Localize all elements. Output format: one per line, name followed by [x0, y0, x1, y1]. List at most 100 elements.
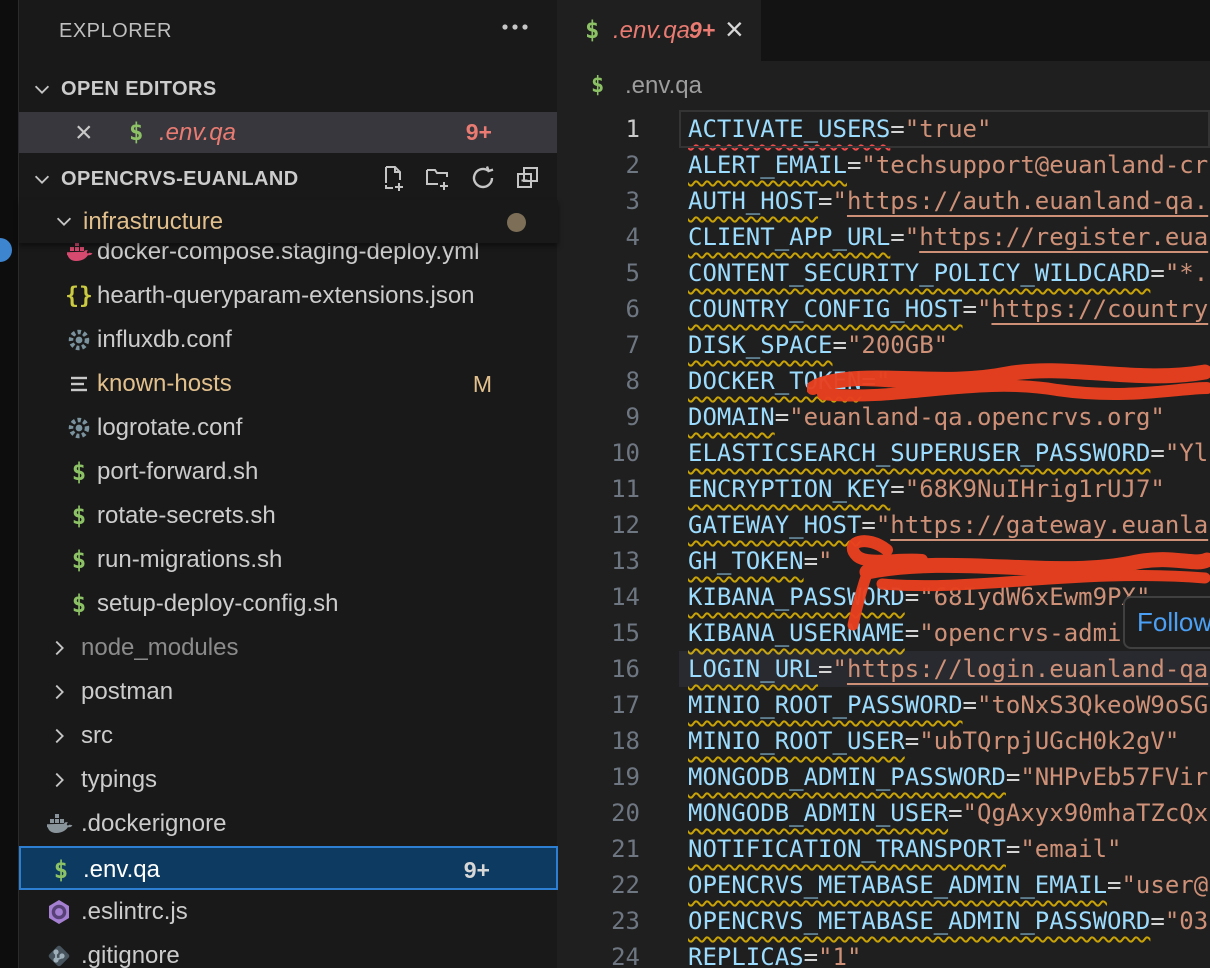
- code-area[interactable]: 1ACTIVATE_USERS="true"2ALERT_EMAIL="tech…: [557, 0, 1210, 968]
- tree-item-label: run-migrations.sh: [97, 538, 282, 582]
- code-line-3[interactable]: 3AUTH_HOST="https://auth.euanland-qa.: [557, 183, 1210, 219]
- code-line-22[interactable]: 22OPENCRVS_METABASE_ADMIN_EMAIL="user@: [557, 867, 1210, 903]
- env-key: DOMAIN: [688, 403, 775, 431]
- code-line-17[interactable]: 17MINIO_ROOT_PASSWORD="toNxS3QkeoW9oSG: [557, 687, 1210, 723]
- line-number: 5: [557, 255, 640, 291]
- code-line-1[interactable]: 1ACTIVATE_USERS="true": [557, 111, 1210, 147]
- code-line-11[interactable]: 11ENCRYPTION_KEY="68K9NuIHrig1rUJ7": [557, 471, 1210, 507]
- env-value: "techsupport@euanland-cr: [861, 151, 1208, 179]
- line-number: 10: [557, 435, 640, 471]
- list-lines-icon: [68, 373, 90, 395]
- line-number: 8: [557, 363, 640, 399]
- gear-icon: [67, 328, 91, 352]
- tree-item-postman[interactable]: postman: [19, 670, 558, 714]
- env-value: "true": [905, 115, 992, 143]
- code-line-18[interactable]: 18 MINIO_ROOT_USER="ubTQrpjUGcH0k2gV": [557, 723, 1210, 759]
- tree-item-label: postman: [81, 670, 173, 714]
- env-key: DISK_SPACE: [688, 331, 833, 359]
- line-number: 18: [557, 723, 640, 759]
- env-value-link[interactable]: https://auth.euanland-qa.: [847, 187, 1208, 215]
- tree-item-src[interactable]: src: [19, 714, 558, 758]
- shellscript-icon: $: [72, 546, 86, 574]
- env-value-link[interactable]: https://country: [991, 295, 1208, 323]
- line-number: 1: [557, 111, 640, 147]
- line-source: MONGODB_ADMIN_USER="QgAxyx90mhaTZcQx: [688, 795, 1208, 831]
- env-key: LOGIN_URL: [688, 655, 818, 683]
- folder-infrastructure[interactable]: infrastructure: [19, 200, 558, 243]
- code-line-6[interactable]: 6COUNTRY_CONFIG_HOST="https://country: [557, 291, 1210, 327]
- env-value: ": [905, 223, 919, 251]
- chevron-right-icon: [48, 681, 70, 703]
- git-icon: [46, 943, 72, 968]
- tree-item-port-forward-sh[interactable]: $port-forward.sh: [19, 450, 558, 494]
- code-line-16[interactable]: 16LOGIN_URL="https://login.euanland-qa: [557, 651, 1210, 687]
- line-number: 13: [557, 543, 640, 579]
- env-value: "68K9NuIHrig1rUJ7": [905, 475, 1165, 503]
- code-line-2[interactable]: 2ALERT_EMAIL="techsupport@euanland-cr: [557, 147, 1210, 183]
- code-line-24[interactable]: 24 REPLICAS="1": [557, 939, 1210, 968]
- line-source: LOGIN_URL="https://login.euanland-qa: [688, 651, 1208, 687]
- env-value: "1": [818, 943, 861, 968]
- modified-dot: [507, 213, 526, 232]
- gear-icon: [67, 416, 91, 440]
- env-value: "ubTQrpjUGcH0k2gV": [919, 727, 1179, 755]
- line-number: 9: [557, 399, 640, 435]
- redaction-scribble-docker-token: [807, 358, 1210, 408]
- tree-item-eslintrc-js[interactable]: .eslintrc.js: [19, 890, 558, 934]
- tree-item-label: influxdb.conf: [97, 318, 232, 362]
- env-value: "Yl: [1165, 439, 1208, 467]
- code-line-20[interactable]: 20MONGODB_ADMIN_USER="QgAxyx90mhaTZcQx: [557, 795, 1210, 831]
- follow-link[interactable]: Follow: [1125, 598, 1210, 646]
- line-number: 2: [557, 147, 640, 183]
- tree-item-gitignore[interactable]: .gitignore: [19, 934, 558, 968]
- tree-item-label: logrotate.conf: [97, 406, 242, 450]
- line-source: REPLICAS="1": [688, 939, 861, 968]
- chevron-right-icon: [48, 637, 70, 659]
- line-source: MINIO_ROOT_USER="ubTQrpjUGcH0k2gV": [688, 723, 1179, 759]
- folder-label: infrastructure: [83, 200, 223, 243]
- line-source: OPENCRVS_METABASE_ADMIN_EMAIL="user@: [688, 867, 1208, 903]
- env-key: ELASTICSEARCH_SUPERUSER_PASSWORD: [688, 439, 1150, 467]
- line-source: AUTH_HOST="https://auth.euanland-qa.: [688, 183, 1208, 219]
- tree-item-influxdb-conf[interactable]: influxdb.conf: [19, 318, 558, 362]
- line-source: NOTIFICATION_TRANSPORT="email": [688, 831, 1122, 867]
- tree-item-typings[interactable]: typings: [19, 758, 558, 802]
- eslint-icon: [46, 899, 72, 925]
- line-source: OPENCRVS_METABASE_ADMIN_PASSWORD="03: [688, 903, 1208, 939]
- tree-item-logrotate-conf[interactable]: logrotate.conf: [19, 406, 558, 450]
- tree-item-rotate-secrets-sh[interactable]: $ rotate-secrets.sh: [19, 494, 558, 538]
- code-line-10[interactable]: 10ELASTICSEARCH_SUPERUSER_PASSWORD="Yl: [557, 435, 1210, 471]
- json-braces-icon: {}: [65, 283, 93, 309]
- env-key: MINIO_ROOT_PASSWORD: [688, 691, 963, 719]
- code-line-19[interactable]: 19MONGODB_ADMIN_PASSWORD="NHPvEb57FVir: [557, 759, 1210, 795]
- env-value-link[interactable]: https://register.eua: [919, 223, 1208, 251]
- code-line-5[interactable]: 5CONTENT_SECURITY_POLICY_WILDCARD="*.: [557, 255, 1210, 291]
- line-number: 21: [557, 831, 640, 867]
- line-number: 24: [557, 939, 640, 968]
- env-key: OPENCRVS_METABASE_ADMIN_EMAIL: [688, 871, 1107, 899]
- tree-item-setup-deploy-config-sh[interactable]: $setup-deploy-config.sh: [19, 582, 558, 626]
- tree-item-run-migrations-sh[interactable]: $ run-migrations.sh: [19, 538, 558, 582]
- tree-item-env-qa[interactable]: $.env.qa9+: [19, 846, 558, 890]
- activity-badge-dot: [0, 238, 12, 262]
- env-value: "NHPvEb57FVir: [1020, 763, 1208, 791]
- code-line-21[interactable]: 21 NOTIFICATION_TRANSPORT="email": [557, 831, 1210, 867]
- tree-item-label: .env.qa: [83, 848, 160, 892]
- code-line-23[interactable]: 23OPENCRVS_METABASE_ADMIN_PASSWORD="03: [557, 903, 1210, 939]
- env-key: GH_TOKEN: [688, 547, 804, 575]
- chevron-right-icon: [48, 769, 70, 791]
- line-number: 17: [557, 687, 640, 723]
- tree-item-hearth-queryparam-extensions-json[interactable]: {}hearth-queryparam-extensions.json: [19, 274, 558, 318]
- tree-item-known-hosts[interactable]: known-hostsM: [19, 362, 558, 406]
- shellscript-icon: $: [72, 502, 86, 530]
- code-line-4[interactable]: 4CLIENT_APP_URL="https://register.eua: [557, 219, 1210, 255]
- tree-item-label: rotate-secrets.sh: [97, 494, 276, 538]
- tree-item-dockerignore[interactable]: .dockerignore: [19, 802, 558, 846]
- line-number: 4: [557, 219, 640, 255]
- tree-item-node-modules[interactable]: node_modules: [19, 626, 558, 670]
- editor-group: $ .env.qa 9+ × $ .env.qa 1ACTIVATE_USERS…: [557, 0, 1210, 968]
- env-key: ALERT_EMAIL: [688, 151, 847, 179]
- explorer-sidebar: EXPLORER OPEN EDITORS × $ .env.qa 9+ OPE…: [18, 0, 557, 968]
- follow-link-tooltip[interactable]: Follow: [1123, 596, 1210, 649]
- env-value-link[interactable]: https://login.euanland-qa: [847, 655, 1208, 683]
